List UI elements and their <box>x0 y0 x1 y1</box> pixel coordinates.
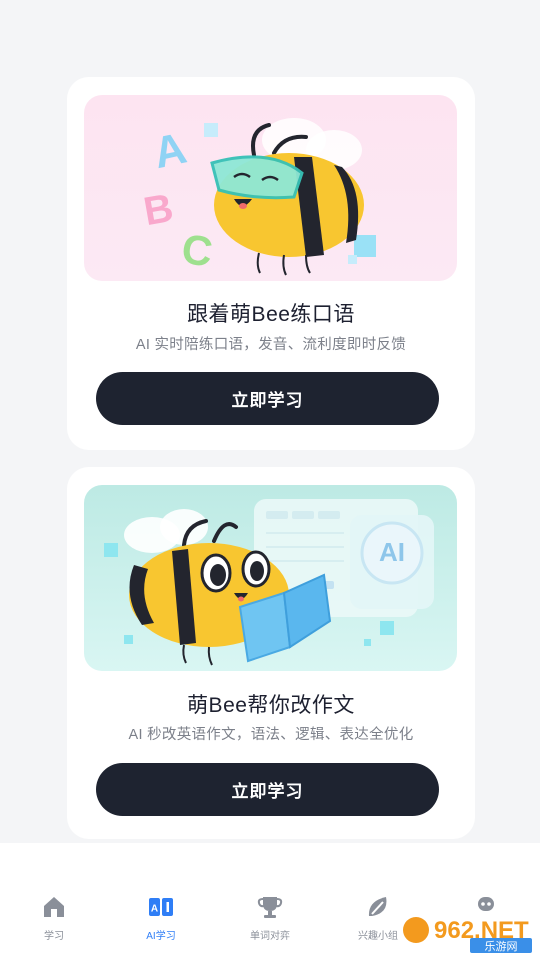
svg-text:A: A <box>151 904 158 915</box>
essay-correction-card: AI 萌Bee帮你改作文 AI 秒改英语作文，语法、逻辑、表达全优化 立即学习 <box>67 467 475 839</box>
ai-badge: AI <box>379 537 405 567</box>
trophy-icon <box>257 897 283 918</box>
svg-text:C: C <box>179 225 216 276</box>
tab-ai-study[interactable]: A AI学习 <box>121 893 201 943</box>
start-learning-button[interactable]: 立即学习 <box>96 372 439 425</box>
home-icon <box>44 897 64 917</box>
bee-speaking-illustration: A B C <box>84 95 457 281</box>
tab-label: 学习 <box>44 931 64 942</box>
tab-label: 兴趣小组 <box>358 931 398 942</box>
svg-text:A: A <box>149 124 190 179</box>
tab-label: AI学习 <box>146 931 176 942</box>
card-title: 跟着萌Bee练口语 <box>187 303 355 326</box>
start-learning-button[interactable]: 立即学习 <box>96 763 439 816</box>
tab-label: 单词对弈 <box>250 931 290 942</box>
card-title: 萌Bee帮你改作文 <box>187 694 355 717</box>
card-subtitle: AI 秒改英语作文，语法、逻辑、表达全优化 <box>128 727 414 743</box>
site-watermark: 962.NET 乐游网 <box>400 908 535 954</box>
watermark-subtext: 乐游网 <box>485 940 518 953</box>
tab-word-battle[interactable]: 单词对弈 <box>230 893 310 943</box>
leaf-icon <box>368 897 387 916</box>
speaking-practice-card: A B C 跟着萌Bee练口语 AI 实时陪练口语，发音、流利度即时反馈 立即学… <box>67 77 475 450</box>
ai-book-icon: A <box>149 898 173 916</box>
bee-reading-illustration: AI <box>84 485 457 671</box>
svg-text:B: B <box>140 186 176 234</box>
tab-study[interactable]: 学习 <box>14 893 94 943</box>
card-subtitle: AI 实时陪练口语，发音、流利度即时反馈 <box>135 337 407 353</box>
